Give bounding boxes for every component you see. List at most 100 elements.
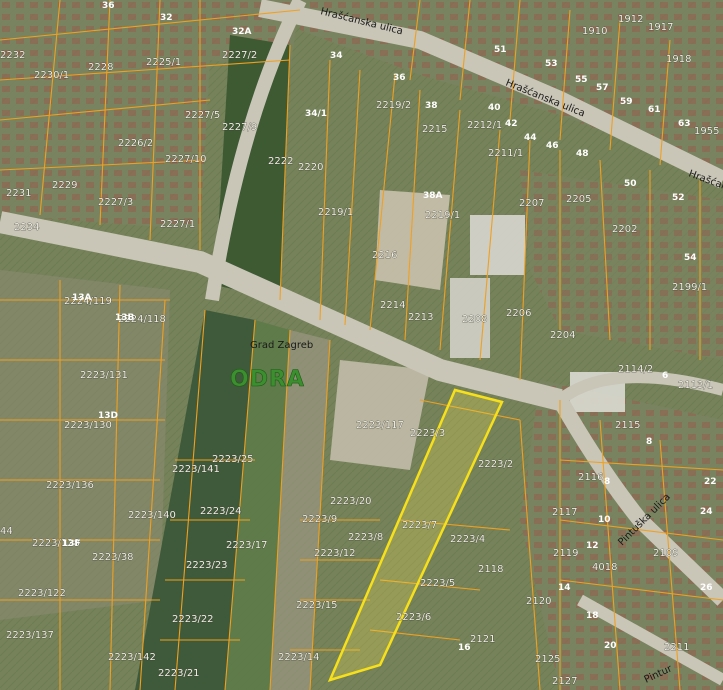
parcel-label: 2226/2 — [118, 138, 153, 149]
parcel-label: 2118 — [478, 564, 503, 575]
parcel-label: 2219/1 — [425, 210, 460, 221]
house-number: 13D — [98, 411, 118, 421]
parcel-label: 2113/1 — [678, 380, 713, 391]
parcel-label: 2109 — [653, 548, 678, 559]
house-number: 10 — [598, 515, 611, 525]
house-number: 48 — [576, 149, 589, 159]
parcel-label: 2228 — [88, 62, 113, 73]
parcel-label: 2119 — [553, 548, 578, 559]
parcel-label: 2223/136 — [46, 480, 94, 491]
house-number: 36 — [102, 1, 115, 11]
parcel-label: 2227/9 — [222, 122, 257, 133]
house-number: 13F — [62, 539, 81, 549]
parcel-label: 2225/1 — [146, 57, 181, 68]
parcel-label: 2227/3 — [98, 197, 133, 208]
parcel-label: 1918 — [666, 54, 691, 65]
parcel-label: 2223/141 — [172, 464, 220, 475]
parcel-label: 2211/1 — [488, 148, 523, 159]
parcel-label: 2223/38 — [92, 552, 134, 563]
parcel-label: 2223/4 — [450, 534, 485, 545]
house-number: 13A — [72, 293, 92, 303]
parcel-label: 2223/117 — [356, 420, 404, 431]
parcel-label: 2199/1 — [672, 282, 707, 293]
house-number: 51 — [494, 45, 507, 55]
parcel-label: 2234 — [14, 222, 39, 233]
parcel-label: 2127 — [552, 676, 577, 687]
parcel-label: 2227/1 — [160, 219, 195, 230]
parcel-label: 2223/23 — [186, 560, 228, 571]
house-number: 32A — [232, 27, 252, 37]
house-number: 52 — [672, 193, 685, 203]
parcel-label: 2223/2 — [478, 459, 513, 470]
house-number: 61 — [648, 105, 661, 115]
house-number: 57 — [596, 83, 609, 93]
river-label: ODRA — [230, 367, 305, 392]
parcel-label: 2220 — [298, 162, 323, 173]
parcel-label: 2227/5 — [185, 110, 220, 121]
parcel-label: 2223/22 — [172, 614, 214, 625]
parcel-label: 2212/1 — [467, 120, 502, 131]
parcel-label: 2219/2 — [376, 100, 411, 111]
house-number: 18 — [586, 611, 599, 621]
house-number: 59 — [620, 97, 633, 107]
parcel-label: 2223/9 — [302, 514, 337, 525]
construction-site — [375, 190, 450, 290]
parcel-label: 2223/14 — [278, 652, 320, 663]
house-number: 54 — [684, 253, 697, 263]
parcel-label: 2223/21 — [158, 668, 200, 679]
parcel-label: 2216 — [372, 250, 397, 261]
parcel-label: 2223/130 — [64, 420, 112, 431]
city-label: Grad Zagreb — [250, 340, 313, 351]
parcel-label: 2223/3 — [410, 428, 445, 439]
parcel-label: 2227/2 — [222, 50, 257, 61]
house-number: 42 — [505, 119, 518, 129]
house-number: 34 — [330, 51, 343, 61]
house-number: 40 — [488, 103, 501, 113]
parcel-label: 2223/8 — [348, 532, 383, 543]
parcel-label: 2206 — [506, 308, 531, 319]
parcel-label: 2231 — [6, 188, 31, 199]
parcel-label: 2223/24 — [200, 506, 242, 517]
parcel-label: 1910 — [582, 26, 607, 37]
house-number: 20 — [604, 641, 617, 651]
house-number: 24 — [700, 507, 713, 517]
house-number: 50 — [624, 179, 637, 189]
cadastral-map[interactable]: 2232 2230/1 2228 2225/1 2227/2 2227/5 22… — [0, 0, 723, 690]
parcel-label: 2117 — [552, 507, 577, 518]
parcel-label: 2207 — [519, 198, 544, 209]
house-number: 13B — [115, 313, 135, 323]
house-number: 6 — [662, 371, 668, 381]
house-number: 26 — [700, 583, 713, 593]
parcel-label: 2205 — [566, 194, 591, 205]
parcel-label: 2223/20 — [330, 496, 372, 507]
parcel-label: 2114/2 — [618, 364, 653, 375]
map-canvas[interactable]: 2232 2230/1 2228 2225/1 2227/2 2227/5 22… — [0, 0, 723, 690]
parcel-label: 2223/15 — [296, 600, 338, 611]
house-number: 8 — [646, 437, 652, 447]
parcel-label: 2223/7 — [402, 520, 437, 531]
parcel-label: 2211 — [664, 642, 689, 653]
parcel-label: 1912 — [618, 14, 643, 25]
house-number: 12 — [586, 541, 599, 551]
parcel-label: 2202 — [612, 224, 637, 235]
parcel-label: 2230/1 — [34, 70, 69, 81]
house-number: 53 — [545, 59, 558, 69]
house-number: 14 — [558, 583, 571, 593]
house-number: 22 — [704, 477, 717, 487]
house-number: 38A — [423, 191, 443, 201]
parcel-label: 2116 — [578, 472, 603, 483]
house-number: 63 — [678, 119, 691, 129]
house-number: 36 — [393, 73, 406, 83]
house-number: 44 — [524, 133, 537, 143]
parcel-label: 2223/122 — [18, 588, 66, 599]
parcel-label: 2223/137 — [6, 630, 54, 641]
parcel-label: 2214 — [380, 300, 405, 311]
parcel-label: 2121 — [470, 634, 495, 645]
house-number: 34/1 — [305, 109, 327, 119]
parcel-label: 2222 — [268, 156, 293, 167]
parcel-label: 2215 — [422, 124, 447, 135]
parcel-label: 1917 — [648, 22, 673, 33]
parcel-label: 2125 — [535, 654, 560, 665]
parcel-label: 2208 — [462, 314, 487, 325]
parcel-label: 2120 — [526, 596, 551, 607]
